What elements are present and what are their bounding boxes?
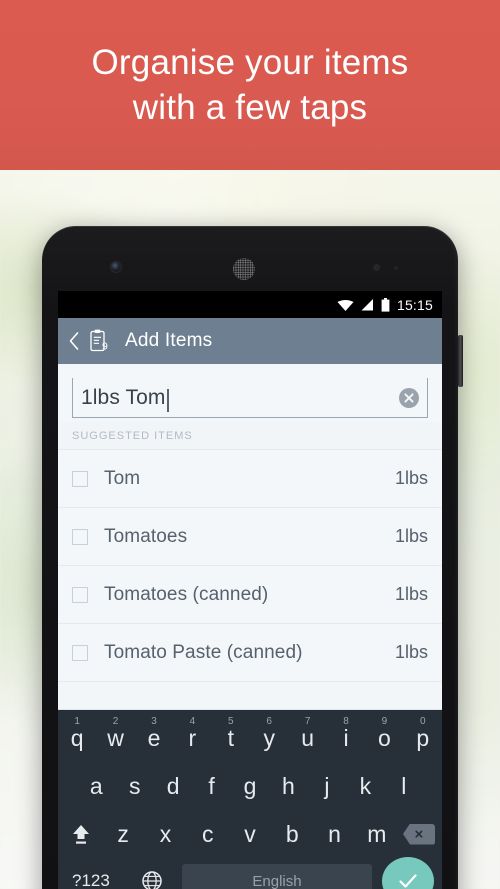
- list-item-label: Tomato Paste (canned): [104, 641, 303, 663]
- phone-device-mockup: 15:15 9 Add Items 1lbs Tom SUGGESTED ITE…: [42, 226, 458, 889]
- list-item[interactable]: Tom 1lbs: [58, 450, 442, 508]
- key-m[interactable]: m: [356, 821, 398, 848]
- list-item[interactable]: Tomatoes 1lbs: [58, 508, 442, 566]
- key-p[interactable]: 0p: [404, 716, 442, 752]
- cellular-signal-icon: [361, 298, 374, 311]
- key-g[interactable]: g: [231, 773, 269, 800]
- keyboard-row-3: z x c v b n m: [58, 810, 442, 858]
- check-icon[interactable]: [382, 857, 434, 889]
- promo-banner: Organise your items with a few taps: [0, 0, 500, 170]
- key-y-label: y: [263, 724, 275, 751]
- clipboard-icon[interactable]: 9: [89, 329, 109, 353]
- item-input-area: 1lbs Tom: [58, 364, 442, 422]
- key-b[interactable]: b: [271, 821, 313, 848]
- item-input-text[interactable]: 1lbs Tom: [73, 386, 165, 410]
- shift-icon[interactable]: [60, 821, 102, 847]
- list-item-quantity: 1lbs: [394, 584, 428, 604]
- back-chevron-icon[interactable]: [68, 331, 80, 351]
- key-v[interactable]: v: [229, 821, 271, 848]
- list-item-label: Tom: [104, 467, 141, 489]
- clipboard-badge-count: 9: [102, 341, 108, 353]
- item-input-row[interactable]: 1lbs Tom: [72, 378, 428, 418]
- phone-screen: 15:15 9 Add Items 1lbs Tom SUGGESTED ITE…: [58, 291, 442, 889]
- list-item-quantity: 1lbs: [394, 526, 428, 546]
- light-sensor-icon: [394, 266, 398, 270]
- key-n[interactable]: n: [313, 821, 355, 848]
- key-t[interactable]: 5t: [212, 716, 250, 752]
- key-y-number: 6: [266, 715, 272, 727]
- key-p-number: 0: [420, 715, 426, 727]
- key-r-number: 4: [189, 715, 196, 727]
- key-t-label: t: [227, 724, 234, 751]
- item-checkbox[interactable]: [72, 586, 88, 603]
- key-f[interactable]: f: [192, 773, 230, 800]
- symbols-key[interactable]: ?123: [66, 871, 122, 889]
- list-item-label: Tomatoes (canned): [104, 583, 269, 605]
- key-o-label: o: [378, 724, 391, 751]
- key-u[interactable]: 7u: [288, 716, 326, 752]
- power-button[interactable]: [458, 335, 463, 387]
- key-h[interactable]: h: [269, 773, 307, 800]
- language-globe-icon[interactable]: [130, 870, 174, 889]
- key-e-number: 3: [151, 715, 157, 727]
- on-screen-keyboard: 1q 2w 3e 4r 5t 6y 7u 8i 9o 0p a s d f g …: [58, 709, 442, 889]
- key-c[interactable]: c: [187, 821, 229, 848]
- key-a[interactable]: a: [77, 773, 115, 800]
- key-e-label: e: [147, 724, 161, 751]
- keyboard-row-1: 1q 2w 3e 4r 5t 6y 7u 8i 9o 0p: [58, 714, 442, 762]
- key-i[interactable]: 8i: [327, 716, 365, 752]
- key-i-number: 8: [343, 715, 349, 727]
- suggested-items-header: SUGGESTED ITEMS: [58, 422, 442, 450]
- suggested-items-list: Tom 1lbs Tomatoes 1lbs Tomatoes (canned)…: [58, 450, 442, 682]
- key-q-label: q: [70, 724, 84, 751]
- key-z[interactable]: z: [102, 821, 144, 848]
- key-q[interactable]: 1q: [58, 716, 96, 752]
- list-item-quantity: 1lbs: [394, 468, 428, 488]
- key-k[interactable]: k: [346, 773, 384, 800]
- text-caret: [167, 389, 169, 412]
- list-item[interactable]: Tomato Paste (canned) 1lbs: [58, 624, 442, 682]
- key-u-number: 7: [304, 715, 311, 727]
- key-i-label: i: [343, 724, 349, 751]
- key-s[interactable]: s: [115, 773, 153, 800]
- backspace-icon[interactable]: [398, 823, 440, 845]
- key-r[interactable]: 4r: [173, 716, 211, 752]
- app-bar: 9 Add Items: [58, 318, 442, 364]
- battery-icon: [381, 297, 390, 312]
- key-p-label: p: [416, 724, 430, 751]
- front-camera-icon: [111, 262, 121, 272]
- item-checkbox[interactable]: [72, 470, 88, 487]
- earpiece-speaker-icon: [233, 258, 255, 280]
- wifi-icon: [337, 299, 354, 311]
- key-x[interactable]: x: [144, 821, 186, 848]
- key-u-label: u: [301, 724, 314, 751]
- key-e[interactable]: 3e: [135, 716, 173, 752]
- keyboard-row-2: a s d f g h j k l: [58, 762, 442, 810]
- list-item[interactable]: Tomatoes (canned) 1lbs: [58, 566, 442, 624]
- key-r-label: r: [188, 724, 197, 751]
- item-checkbox[interactable]: [72, 528, 88, 545]
- key-w-number: 2: [112, 715, 119, 727]
- key-t-number: 5: [228, 715, 234, 727]
- space-bar[interactable]: English: [182, 864, 372, 889]
- list-item-quantity: 1lbs: [394, 642, 428, 662]
- key-q-number: 1: [74, 715, 80, 727]
- keyboard-row-4: ?123 English: [58, 857, 442, 889]
- promo-headline: Organise your items with a few taps: [91, 42, 409, 128]
- key-w[interactable]: 2w: [96, 716, 134, 752]
- status-bar-clock: 15:15: [396, 296, 433, 313]
- key-l[interactable]: l: [385, 773, 423, 800]
- list-item-label: Tomatoes: [104, 525, 188, 547]
- key-j[interactable]: j: [308, 773, 346, 800]
- key-w-label: w: [107, 724, 124, 751]
- key-o[interactable]: 9o: [365, 716, 403, 752]
- clear-input-icon[interactable]: [399, 387, 419, 408]
- status-bar: 15:15: [58, 291, 442, 318]
- key-y[interactable]: 6y: [250, 716, 288, 752]
- item-checkbox[interactable]: [72, 644, 88, 661]
- proximity-sensor-icon: [373, 264, 380, 271]
- key-d[interactable]: d: [154, 773, 192, 800]
- key-o-number: 9: [381, 715, 388, 727]
- page-title: Add Items: [125, 330, 213, 351]
